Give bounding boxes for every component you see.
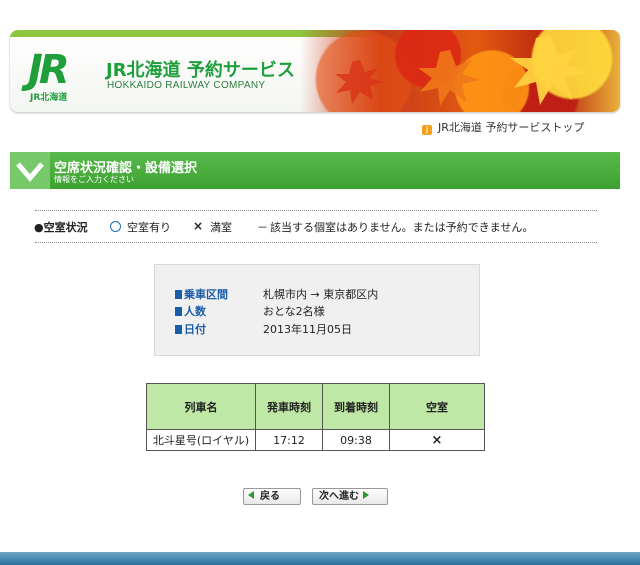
- section-value: 札幌市内 → 東京都区内: [263, 288, 379, 301]
- train-table: 列車名 発車時刻 到着時刻 空室 北斗星号(ロイヤル) 17:12 09:38 …: [146, 383, 485, 451]
- left-arrow-icon: [248, 491, 254, 499]
- divider: [35, 242, 597, 243]
- back-button-label: 戻る: [260, 491, 280, 502]
- footer-bar: [0, 552, 640, 565]
- jr-logo[interactable]: JR JR北海道: [28, 50, 98, 110]
- jr-logo-mark: JR: [28, 47, 70, 93]
- autumn-leaves-banner: [300, 30, 620, 112]
- section-subtitle: 情報をご入力ください: [54, 175, 134, 184]
- depart-cell: 17:12: [255, 429, 323, 451]
- legend-full-label: 満室: [210, 221, 232, 234]
- train-name-cell: 北斗星号(ロイヤル): [146, 429, 256, 451]
- section-header: 空席状況確認・設備選択 情報をご入力ください: [10, 152, 620, 189]
- date-value: 2013年11月05日: [263, 323, 352, 336]
- service-top-link-label: JR北海道 予約サービストップ: [438, 121, 585, 134]
- down-arrow-icon: [10, 152, 50, 189]
- brand-subtitle: HOKKAIDO RAILWAY COMPANY: [107, 80, 266, 91]
- maple-leaf-icon: [335, 35, 590, 106]
- vacant-circle-icon: [110, 221, 121, 232]
- jr-logo-sub: JR北海道: [30, 93, 68, 103]
- legend-none-label: 該当する個室はありません。または予約できません。: [270, 221, 534, 234]
- legend-title: ●空室状況: [34, 221, 88, 234]
- vacancy-cell: ×: [389, 429, 485, 451]
- col-train-name: 列車名: [146, 383, 256, 430]
- people-label: 人数: [175, 303, 206, 319]
- right-arrow-icon: [363, 491, 369, 499]
- jr-small-icon: J: [422, 125, 432, 135]
- brand-title: JR北海道 予約サービス: [106, 60, 295, 81]
- site-header: JR JR北海道 JR北海道 予約サービス HOKKAIDO RAILWAY C…: [10, 30, 620, 112]
- trip-info-box: 乗車区間 札幌市内 → 東京都区内 人数 おとな2名様 日付 2013年11月0…: [154, 264, 480, 356]
- table-header-row: 列車名 発車時刻 到着時刻 空室: [146, 383, 485, 430]
- col-depart: 発車時刻: [255, 383, 323, 430]
- col-arrive: 到着時刻: [322, 383, 390, 430]
- section-label: 乗車区間: [175, 286, 228, 302]
- table-row: 北斗星号(ロイヤル) 17:12 09:38 ×: [146, 429, 485, 451]
- back-button[interactable]: 戻る: [243, 488, 301, 505]
- none-dash-icon: －: [257, 221, 268, 234]
- next-button[interactable]: 次へ進む: [312, 488, 388, 505]
- next-button-label: 次へ進む: [319, 491, 359, 502]
- divider: [35, 210, 597, 211]
- col-vacancy: 空室: [389, 383, 485, 430]
- service-top-link[interactable]: J JR北海道 予約サービストップ: [422, 119, 584, 135]
- arrive-cell: 09:38: [322, 429, 390, 451]
- full-cross-icon: ×: [193, 219, 204, 233]
- vacancy-legend: ●空室状況 空室有り × 満室 － 該当する個室はありません。または予約できませ…: [34, 217, 614, 237]
- people-value: おとな2名様: [263, 305, 325, 318]
- date-label: 日付: [175, 321, 206, 337]
- legend-vacant-label: 空室有り: [127, 221, 171, 234]
